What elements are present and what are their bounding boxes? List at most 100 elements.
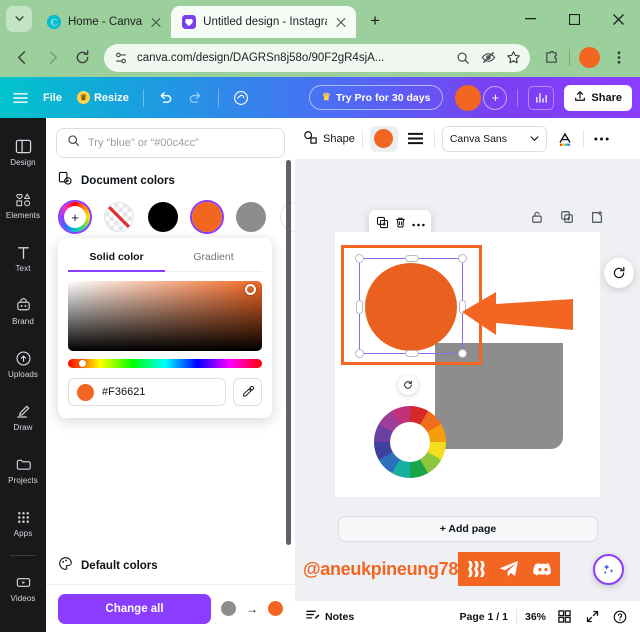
undo-arrow-icon[interactable]: [154, 86, 178, 110]
sidebar-item-draw[interactable]: Draw: [0, 391, 46, 443]
notes-icon: [305, 608, 320, 626]
eye-off-icon[interactable]: [479, 49, 497, 67]
resize-handle-br[interactable]: [458, 349, 467, 358]
star-icon[interactable]: [504, 49, 522, 67]
magic-sparkle-icon[interactable]: [593, 554, 624, 585]
font-color-a-icon[interactable]: [554, 128, 576, 150]
tab-gradient[interactable]: Gradient: [165, 246, 262, 272]
puzzle-icon[interactable]: [538, 45, 564, 71]
maximize-button[interactable]: [552, 2, 596, 36]
saturation-value-area[interactable]: [68, 281, 262, 351]
swatch-no-color[interactable]: [102, 200, 136, 234]
cloud-saved-icon[interactable]: [229, 86, 253, 110]
font-family-select[interactable]: Canva Sans: [441, 125, 547, 152]
hex-row: #F36621: [68, 378, 262, 406]
resize-handle-top[interactable]: [405, 255, 419, 262]
duplicate-icon[interactable]: [376, 216, 389, 232]
sidebar-item-uploads[interactable]: Uploads: [0, 338, 46, 390]
add-page-icon[interactable]: [590, 210, 604, 227]
hue-slider[interactable]: [68, 359, 262, 368]
file-menu-button[interactable]: File: [38, 92, 67, 104]
section-title: Default colors: [81, 560, 158, 572]
close-window-button[interactable]: [596, 2, 640, 36]
hex-input[interactable]: #F36621: [68, 378, 226, 406]
resize-handle-bl[interactable]: [355, 349, 364, 358]
browser-toolbar: canva.com/design/DAGRSn8j58o/90F2gR4sjA.…: [0, 38, 640, 77]
redo-arrow-icon[interactable]: [184, 86, 208, 110]
rotate-icon[interactable]: [604, 258, 634, 288]
shape-button[interactable]: Shape: [303, 130, 355, 148]
notes-button[interactable]: Notes: [305, 608, 354, 626]
sidebar-item-brand[interactable]: Brand: [0, 285, 46, 337]
sidebar-item-text[interactable]: Text: [0, 232, 46, 284]
sidebar-item-apps[interactable]: Apps: [0, 497, 46, 549]
rotate-icon[interactable]: [398, 375, 418, 395]
search-input[interactable]: Try “blue” or “#00c4cc”: [56, 128, 285, 158]
sv-cursor[interactable]: [245, 284, 256, 295]
add-collaborator-button[interactable]: +: [483, 85, 508, 110]
try-pro-label: Try Pro for 30 days: [335, 91, 431, 104]
selection-bounding-box[interactable]: [355, 254, 467, 358]
minimize-button[interactable]: [508, 2, 552, 36]
kebab-menu-icon[interactable]: [591, 128, 613, 150]
browser-tab-0[interactable]: C Home - Canva: [36, 6, 171, 38]
resize-button[interactable]: ♛ Resize: [73, 91, 133, 104]
try-pro-button[interactable]: ♛ Try Pro for 30 days: [308, 85, 444, 110]
change-all-button[interactable]: Change all: [58, 593, 211, 624]
search-icon[interactable]: [454, 49, 472, 67]
page-indicator[interactable]: Page 1 / 1: [460, 611, 508, 623]
eyedropper-icon[interactable]: [233, 378, 262, 406]
ellipsis-icon[interactable]: [411, 218, 425, 230]
share-button[interactable]: Share: [564, 84, 632, 111]
forward-button[interactable]: [38, 44, 66, 72]
sidebar-item-projects[interactable]: Projects: [0, 444, 46, 496]
swatch-add-color[interactable]: +: [58, 200, 92, 234]
swatch-black[interactable]: [146, 200, 180, 234]
panel-scrollbar[interactable]: [286, 160, 291, 545]
tab-search-button[interactable]: [6, 6, 32, 32]
resize-handle-bottom[interactable]: [405, 350, 419, 357]
left-rail: Design Elements Text Brand Uploads Draw …: [0, 118, 46, 632]
close-icon[interactable]: [149, 15, 163, 29]
kebab-menu-icon[interactable]: [606, 45, 632, 71]
sidebar-item-elements[interactable]: Elements: [0, 179, 46, 231]
resize-handle-tl[interactable]: [355, 254, 364, 263]
lock-icon[interactable]: [530, 210, 544, 227]
resize-handle-left[interactable]: [356, 300, 363, 314]
grid-view-icon[interactable]: [554, 610, 574, 623]
address-bar[interactable]: canva.com/design/DAGRSn8j58o/90F2gR4sjA.…: [104, 43, 530, 72]
back-button[interactable]: [8, 44, 36, 72]
shape-label: Shape: [323, 132, 355, 145]
sidebar-item-design[interactable]: Design: [0, 126, 46, 178]
sidebar-item-videos[interactable]: Videos: [0, 562, 46, 614]
tab-solid-color[interactable]: Solid color: [68, 246, 165, 272]
arrow-icon: →: [246, 601, 258, 616]
zoom-level[interactable]: 36%: [525, 611, 546, 623]
search-icon: [67, 134, 80, 152]
new-tab-button[interactable]: +: [362, 8, 388, 34]
browser-tab-1[interactable]: Untitled design - Instagram: [171, 6, 357, 38]
add-page-button[interactable]: + Add page: [338, 516, 598, 542]
fill-color-button[interactable]: [369, 125, 398, 152]
reload-button[interactable]: [68, 44, 96, 72]
shape-icon: [303, 130, 318, 148]
close-icon[interactable]: [334, 15, 348, 29]
watermark: @aneukpineung78: [303, 552, 561, 586]
tune-icon[interactable]: [112, 49, 130, 67]
swatch-gray[interactable]: [234, 200, 268, 234]
help-circle-icon[interactable]: [610, 610, 630, 624]
hamburger-icon[interactable]: [8, 86, 32, 110]
profile-avatar[interactable]: [579, 47, 600, 68]
resize-handle-tr[interactable]: [458, 254, 467, 263]
avatar[interactable]: [455, 84, 482, 111]
color-wheel-graphic[interactable]: [374, 406, 446, 478]
chevron-down-icon: [530, 133, 539, 145]
copy-page-icon[interactable]: [560, 210, 574, 227]
swatch-orange-selected[interactable]: [190, 200, 224, 234]
expand-icon[interactable]: [582, 610, 602, 623]
tab-title: Untitled design - Instagram: [203, 16, 328, 28]
lines-icon[interactable]: [405, 128, 427, 150]
bar-chart-icon[interactable]: [528, 85, 555, 110]
trash-icon[interactable]: [394, 216, 407, 232]
hue-thumb[interactable]: [79, 360, 86, 367]
